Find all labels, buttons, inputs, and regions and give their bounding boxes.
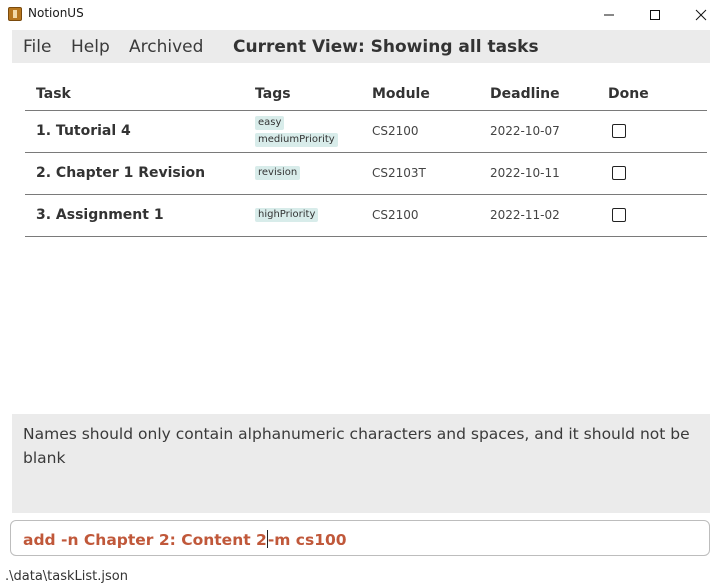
app-logo-icon (8, 7, 22, 21)
table-row[interactable]: 2. Chapter 1 Revision revision CS2103T 2… (25, 153, 707, 195)
current-view-label: Current View: Showing all tasks (233, 37, 539, 57)
column-header-done: Done (608, 86, 649, 102)
task-name: 1. Tutorial 4 (36, 123, 131, 139)
command-input[interactable]: add -n Chapter 2: Content 2-m cs100 (23, 530, 347, 549)
command-text-before-caret: add -n Chapter 2: Content 2 (23, 531, 267, 549)
tag-badge: easy (255, 116, 285, 130)
task-name: 2. Chapter 1 Revision (36, 165, 206, 181)
column-header-module: Module (372, 86, 430, 102)
menu-bar: File Help Archived Current View: Showing… (12, 30, 710, 63)
maximize-button[interactable] (632, 0, 678, 30)
tag-badge: highPriority (255, 208, 319, 222)
task-name: 3. Assignment 1 (36, 207, 164, 223)
command-text-after-caret: -m cs100 (267, 531, 347, 549)
task-list: Task Tags Module Deadline Done 1. Tutori… (25, 80, 707, 237)
maximize-icon (650, 10, 660, 20)
task-tags: easy mediumPriority (255, 116, 338, 147)
column-header-tags: Tags (255, 86, 291, 102)
done-checkbox[interactable] (612, 166, 626, 180)
app-window: NotionUS File Help Archived Current View… (0, 0, 724, 587)
task-module: CS2103T (372, 166, 426, 180)
done-checkbox[interactable] (612, 124, 626, 138)
status-bar-file-path: .\data\taskList.json (5, 569, 128, 584)
task-deadline: 2022-10-11 (490, 166, 560, 180)
table-header: Task Tags Module Deadline Done (25, 80, 707, 111)
minimize-button[interactable] (586, 0, 632, 30)
minimize-icon (604, 14, 614, 16)
menu-help[interactable]: Help (71, 37, 110, 57)
task-deadline: 2022-11-02 (490, 208, 560, 222)
tag-badge: revision (255, 166, 301, 180)
command-box[interactable]: add -n Chapter 2: Content 2-m cs100 (10, 520, 710, 556)
title-bar: NotionUS (0, 0, 724, 30)
window-title: NotionUS (28, 6, 84, 20)
result-message: Names should only contain alphanumeric c… (23, 425, 690, 467)
menu-file[interactable]: File (23, 37, 51, 57)
task-tags: highPriority (255, 208, 319, 222)
task-module: CS2100 (372, 124, 419, 138)
tag-badge: mediumPriority (255, 133, 338, 147)
menu-archived[interactable]: Archived (129, 37, 203, 57)
task-module: CS2100 (372, 208, 419, 222)
close-icon (695, 9, 707, 21)
done-checkbox[interactable] (612, 208, 626, 222)
result-display: Names should only contain alphanumeric c… (12, 414, 710, 513)
task-tags: revision (255, 166, 301, 180)
close-button[interactable] (678, 0, 724, 30)
column-header-task: Task (36, 86, 71, 102)
task-deadline: 2022-10-07 (490, 124, 560, 138)
column-header-deadline: Deadline (490, 86, 560, 102)
table-row[interactable]: 1. Tutorial 4 easy mediumPriority CS2100… (25, 111, 707, 153)
table-row[interactable]: 3. Assignment 1 highPriority CS2100 2022… (25, 195, 707, 237)
